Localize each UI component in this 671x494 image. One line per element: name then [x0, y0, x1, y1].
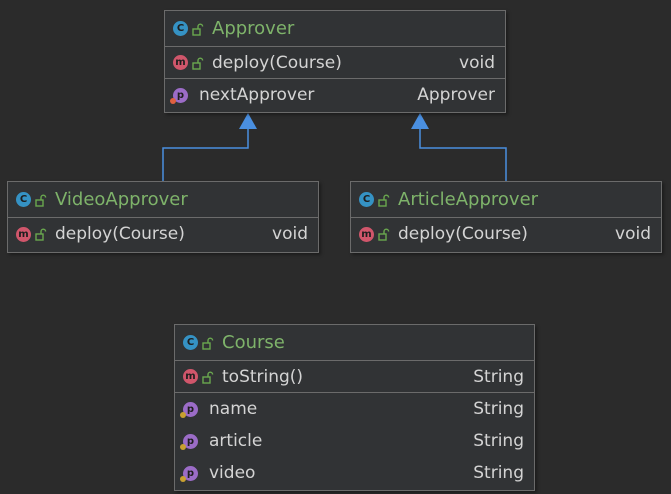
- public-lock-icon: [377, 193, 391, 207]
- property-icon: p: [180, 465, 198, 482]
- class-header-video-approver[interactable]: C VideoApprover: [8, 182, 318, 218]
- property-badge-letter: p: [176, 89, 185, 101]
- edge-video-to-approver: [162, 128, 249, 181]
- method-name: deploy(Course): [398, 224, 528, 244]
- public-lock-icon: [201, 336, 215, 350]
- property-badge-letter: p: [186, 467, 195, 479]
- method-icon: m: [173, 55, 188, 70]
- field-row[interactable]: p video String: [175, 457, 534, 489]
- field-name: name: [209, 399, 258, 419]
- field-type: Approver: [417, 85, 495, 105]
- method-icon: m: [183, 369, 198, 384]
- class-name: Approver: [212, 18, 295, 39]
- method-return-type: void: [615, 224, 651, 244]
- method-row[interactable]: m deploy(Course) void: [165, 47, 505, 79]
- public-lock-icon: [34, 227, 48, 241]
- method-name: deploy(Course): [212, 52, 342, 73]
- field-name: nextApprover: [199, 85, 315, 105]
- class-name: VideoApprover: [55, 189, 188, 210]
- class-icon: C: [183, 335, 198, 350]
- private-dot-icon: [180, 411, 186, 418]
- class-box-course[interactable]: C Course m toString() String p name Stri…: [174, 324, 535, 491]
- class-box-video-approver[interactable]: C VideoApprover m deploy(Course) void: [7, 181, 319, 253]
- class-header-course[interactable]: C Course: [175, 325, 534, 361]
- field-type: String: [473, 463, 524, 483]
- method-row[interactable]: m toString() String: [175, 361, 534, 393]
- class-name: ArticleApprover: [398, 189, 539, 210]
- public-lock-icon: [191, 56, 205, 70]
- method-name: toString(): [222, 366, 304, 387]
- property-badge-letter: p: [186, 435, 195, 447]
- protected-dot-icon: [170, 97, 176, 104]
- edge-article-to-approver: [419, 128, 507, 181]
- field-row[interactable]: p article String: [175, 425, 534, 457]
- class-icon: C: [359, 192, 374, 207]
- method-row[interactable]: m deploy(Course) void: [8, 218, 318, 250]
- public-lock-icon: [201, 370, 215, 384]
- private-dot-icon: [180, 475, 186, 482]
- property-icon: p: [170, 87, 188, 104]
- class-box-article-approver[interactable]: C ArticleApprover m deploy(Course) void: [350, 181, 662, 253]
- method-icon: m: [16, 226, 31, 242]
- field-row[interactable]: p name String: [175, 393, 534, 425]
- method-icon: m: [359, 226, 374, 242]
- field-row[interactable]: p nextApprover Approver: [165, 79, 505, 111]
- public-lock-icon: [191, 22, 205, 36]
- method-name: deploy(Course): [55, 224, 185, 244]
- method-return-type: void: [459, 52, 495, 73]
- private-dot-icon: [180, 443, 186, 450]
- class-box-approver[interactable]: C Approver m deploy(Course) void p nextA…: [164, 10, 506, 113]
- method-row[interactable]: m deploy(Course) void: [351, 218, 661, 250]
- method-return-type: String: [473, 366, 524, 387]
- field-type: String: [473, 431, 524, 451]
- property-icon: p: [180, 433, 198, 450]
- public-lock-icon: [377, 227, 391, 241]
- field-name: video: [209, 463, 256, 483]
- arrowhead-video: [239, 113, 257, 129]
- property-badge-letter: p: [186, 403, 195, 415]
- class-header-approver[interactable]: C Approver: [165, 11, 505, 47]
- field-name: article: [209, 431, 263, 451]
- method-return-type: void: [272, 224, 308, 244]
- class-icon: C: [173, 21, 188, 36]
- class-name: Course: [222, 332, 285, 353]
- class-icon: C: [16, 192, 31, 207]
- class-header-article-approver[interactable]: C ArticleApprover: [351, 182, 661, 218]
- public-lock-icon: [34, 193, 48, 207]
- field-type: String: [473, 399, 524, 419]
- arrowhead-article: [411, 113, 429, 129]
- property-icon: p: [180, 401, 198, 418]
